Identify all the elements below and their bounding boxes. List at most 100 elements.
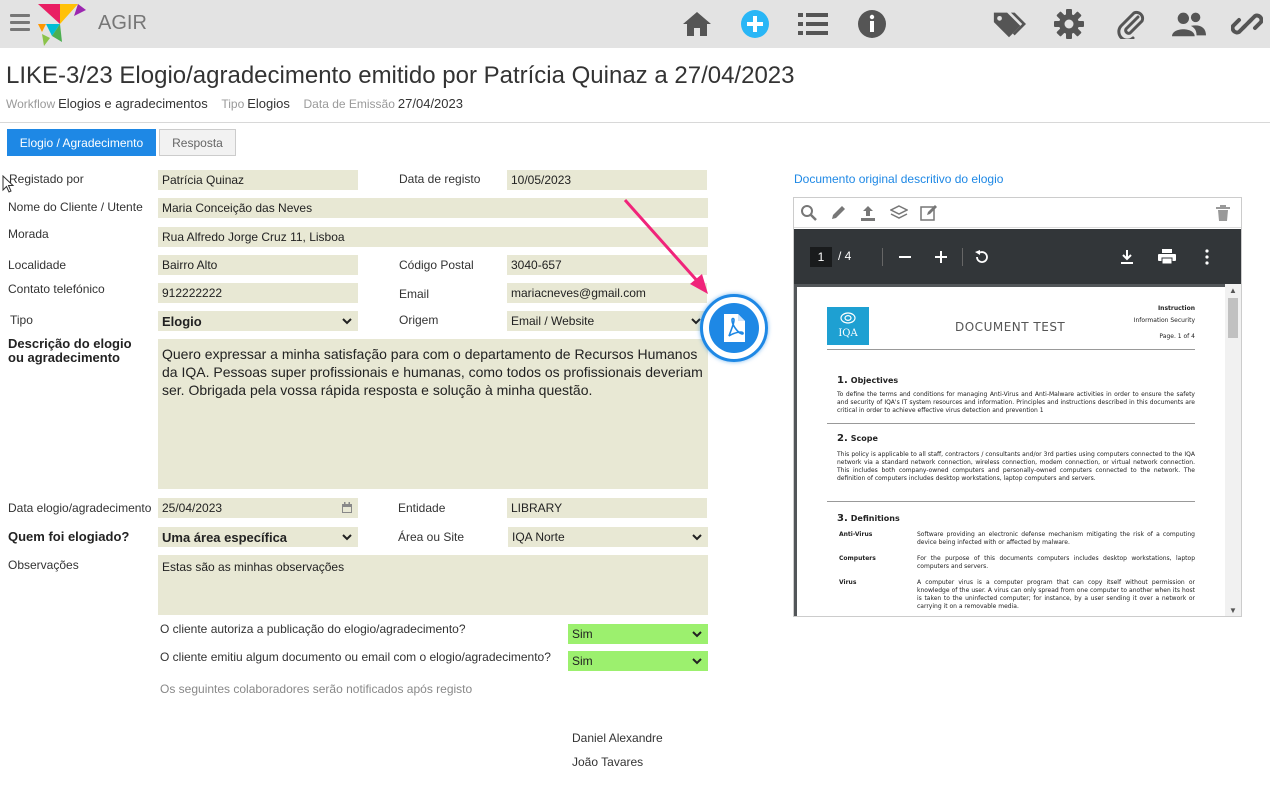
section-heading: 2. Scope [837, 433, 878, 444]
scroll-thumb[interactable] [1228, 298, 1238, 338]
descricao-label-line2: ou agradecimento [8, 350, 120, 365]
entidade-field[interactable]: LIBRARY [507, 498, 707, 518]
doc-page-info: Page. 1 of 4 [1159, 333, 1195, 340]
users-icon[interactable] [1172, 8, 1206, 40]
cursor-icon [2, 175, 15, 193]
entidade-label: Entidade [398, 501, 446, 515]
autoriza-publicacao-select[interactable]: Sim [568, 624, 708, 644]
page-title: LIKE-3/23 Elogio/agradecimento emitido p… [6, 62, 795, 89]
print-icon[interactable] [1156, 246, 1178, 268]
download-icon[interactable] [1116, 246, 1138, 268]
app-logo [38, 4, 86, 46]
pdf-page-area: IQA DOCUMENT TEST Instruction Informatio… [794, 284, 1241, 616]
definition-text: For the purpose of this documents comput… [917, 555, 1195, 570]
search-icon[interactable] [799, 203, 819, 223]
autoriza-publicacao-label: O cliente autoriza a publicação do elogi… [160, 622, 466, 636]
registado-por-field[interactable]: Patrícia Quinaz [158, 170, 358, 190]
definition-term: Anti-Virus [839, 531, 873, 538]
origem-value: Email / Website [511, 314, 595, 328]
scroll-up-icon[interactable]: ▲ [1229, 286, 1237, 295]
notified-person: Daniel Alexandre [572, 731, 663, 745]
tags-icon[interactable] [992, 8, 1026, 40]
trash-icon[interactable] [1213, 203, 1233, 223]
logo-text: IQA [838, 328, 858, 339]
calendar-icon[interactable] [341, 502, 353, 514]
pdf-icon [709, 303, 759, 353]
paperclip-icon[interactable] [1114, 8, 1148, 40]
observacoes-label: Observações [8, 558, 79, 572]
more-options-icon[interactable] [1196, 246, 1218, 268]
page-count: / 4 [838, 249, 852, 263]
section-text: This policy is applicable to all staff, … [837, 451, 1195, 482]
emitiu-documento-select[interactable]: Sim [568, 651, 708, 671]
page-number-input[interactable]: 1 [810, 247, 832, 267]
logo-swirl-icon [840, 312, 856, 324]
definition-term: Computers [839, 555, 876, 562]
notified-person: João Tavares [572, 755, 644, 769]
quem-elogiado-label: Quem foi elogiado? [8, 529, 130, 544]
meta-tipo-label: Tipo [221, 97, 245, 111]
data-registo-field[interactable]: 10/05/2023 [507, 170, 707, 190]
list-icon[interactable] [796, 8, 830, 40]
area-site-select[interactable]: IQA Norte [508, 527, 708, 547]
tipo-label: Tipo [10, 313, 33, 327]
notify-notice: Os seguintes colaboradores serão notific… [160, 682, 473, 696]
tab-elogio[interactable]: Elogio / Agradecimento [7, 129, 156, 156]
chevron-down-icon [692, 631, 702, 638]
meta-tipo-value: Elogios [247, 96, 290, 111]
home-icon[interactable] [680, 8, 714, 40]
add-icon[interactable] [738, 8, 772, 40]
doc-category: Information Security [1133, 317, 1195, 324]
meta-date-label: Data de Emissão [303, 97, 395, 111]
definition-term: Virus [839, 579, 857, 586]
codigo-postal-label: Código Postal [399, 258, 474, 272]
doc-title: DOCUMENT TEST [955, 320, 1066, 334]
gear-icon[interactable] [1052, 8, 1086, 40]
pdf-viewer: 1 / 4 IQA DOCUMENT TEST Instruction Info… [793, 197, 1242, 617]
link-icon[interactable] [1230, 8, 1264, 40]
email-label: Email [399, 287, 430, 301]
contato-label: Contato telefónico [8, 282, 105, 296]
chevron-down-icon [342, 318, 352, 325]
meta-workflow-value: Elogios e agradecimentos [58, 96, 208, 111]
chevron-down-icon [692, 534, 702, 541]
origem-select[interactable]: Email / Website [507, 311, 707, 331]
chevron-down-icon [692, 658, 702, 665]
tipo-select[interactable]: Elogio [158, 311, 358, 331]
tipo-value: Elogio [162, 314, 202, 329]
descricao-textarea[interactable]: Quero expressar a minha satisfação para … [158, 339, 708, 489]
zoom-out-icon[interactable] [894, 246, 916, 268]
observacoes-textarea[interactable]: Estas são as minhas observações [158, 555, 708, 615]
upload-icon[interactable] [858, 203, 878, 223]
pdf-scrollbar[interactable]: ▲ ▼ [1225, 284, 1241, 616]
tab-resposta[interactable]: Resposta [159, 129, 236, 156]
zoom-in-icon[interactable] [930, 246, 952, 268]
area-site-value: IQA Norte [512, 530, 565, 544]
data-registo-label: Data de registo [399, 172, 481, 186]
info-icon[interactable] [855, 8, 889, 40]
top-bar: AGIR [0, 0, 1270, 48]
doc-type: Instruction [1157, 305, 1195, 312]
edit-icon[interactable] [919, 203, 939, 223]
layers-icon[interactable] [889, 203, 909, 223]
definition-text: Software providing an electronic defense… [917, 531, 1195, 546]
doc-divider [827, 423, 1195, 424]
emitiu-documento-value: Sim [572, 654, 593, 668]
localidade-field[interactable]: Bairro Alto [158, 255, 358, 275]
data-elogio-field[interactable]: 25/04/2023 [158, 498, 358, 518]
section-heading: 3. Definitions [837, 513, 900, 524]
definition-text: A computer virus is a computer program t… [917, 579, 1195, 610]
menu-icon[interactable] [10, 14, 30, 32]
quem-elogiado-select[interactable]: Uma área específica [158, 527, 358, 547]
chevron-down-icon [342, 534, 352, 541]
app-name: AGIR [98, 12, 147, 34]
meta-line: Workflow Elogios e agradecimentos Tipo Elo… [6, 96, 473, 111]
scroll-down-icon[interactable]: ▼ [1229, 606, 1237, 615]
contato-field[interactable]: 912222222 [158, 283, 358, 303]
pdf-attachment-button[interactable] [700, 294, 768, 362]
autoriza-publicacao-value: Sim [572, 627, 593, 641]
doc-divider [827, 501, 1195, 502]
pencil-icon[interactable] [828, 203, 848, 223]
nome-cliente-label: Nome do Cliente / Utente [8, 200, 143, 214]
rotate-icon[interactable] [971, 246, 993, 268]
